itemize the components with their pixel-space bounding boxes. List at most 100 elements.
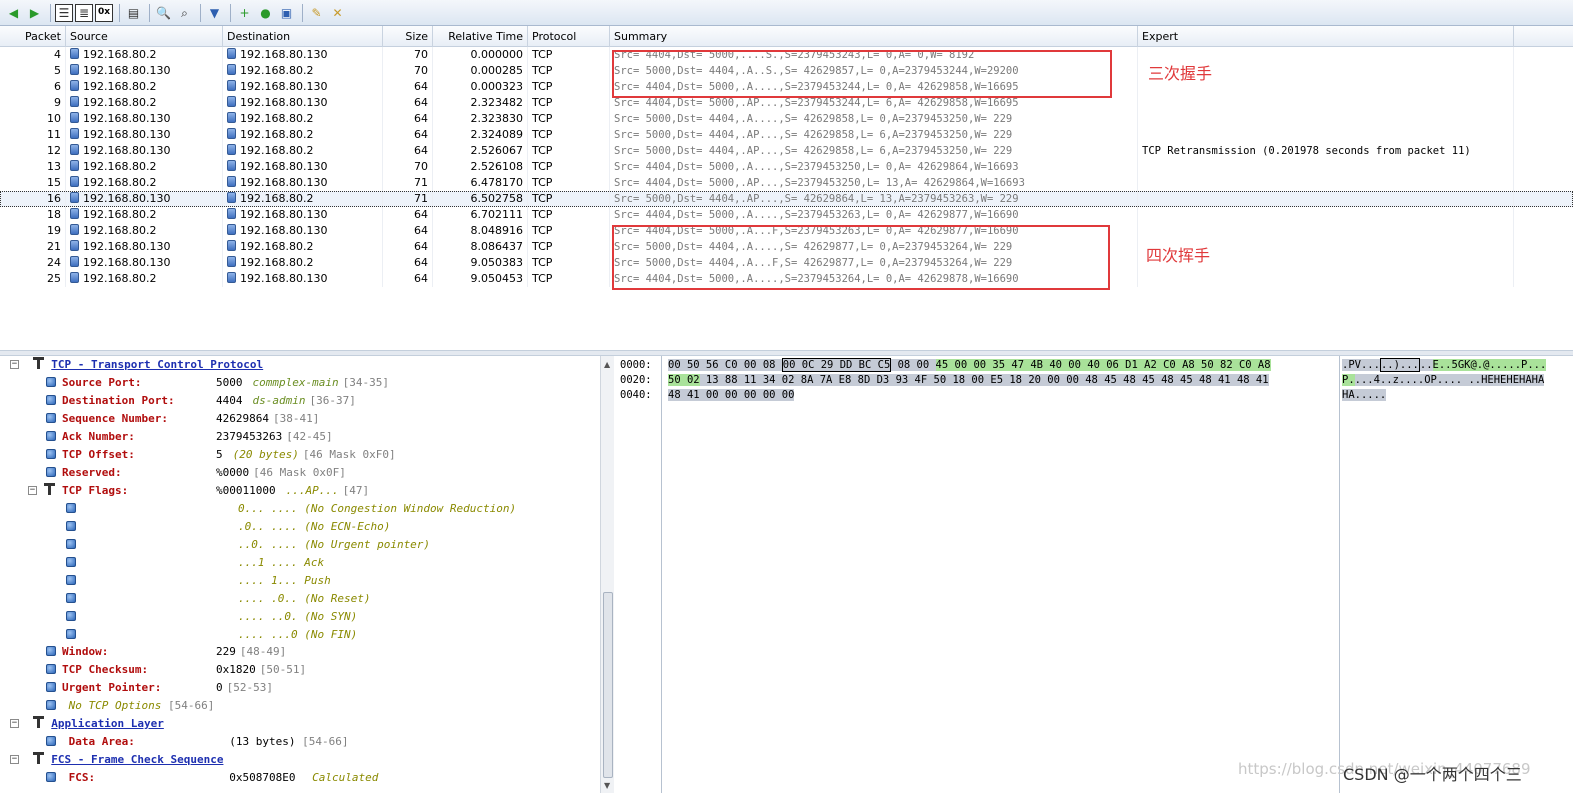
list-view-icon[interactable]: ☰ [55,3,73,22]
host-icon [70,144,79,155]
tcp-field-row[interactable]: Sequence Number: 42629864 [38-41] [46,410,319,428]
packet-row[interactable]: 11 192.168.80.130 192.168.80.2 64 2.324089 TC… [0,127,1573,143]
column-header-summary[interactable]: Summary [610,26,1138,47]
back-icon[interactable]: ◀ [4,3,23,22]
column-header-source[interactable]: Source [66,26,223,47]
cell-time: 2.323830 [433,111,528,127]
three-way-handshake-label: 三次握手 [1148,64,1213,83]
cell-time: 6.502758 [433,191,528,207]
clear-icon[interactable]: ✕ [328,3,347,22]
column-header-packet[interactable]: Packet [0,26,66,47]
tcp-flag-row[interactable]: ...1 .... Ack [66,554,324,572]
host-icon [227,96,236,107]
protocol-icon [42,482,56,496]
tcp-flag-row[interactable]: 0... .... (No Congestion Window Reductio… [66,500,516,518]
fcs-section[interactable]: − FCS - Frame Check Sequence [8,751,223,769]
handshake-highlight-box [612,50,1112,98]
cell-size: 71 [383,175,433,191]
column-header-protocol[interactable]: Protocol [528,26,610,47]
cell-summary: Src= 5000,Dst= 4404,.AP...,S= 42629858,L… [610,143,1138,159]
ascii-line-1[interactable]: P....4..z....OP.... ..HEHEHEHAHA [1342,373,1545,388]
tcp-field-row[interactable]: Urgent Pointer: 0 [52-53] [46,679,273,697]
cell-summary: Src= 5000,Dst= 4404,.AP...,S= 42629864,L… [610,191,1138,207]
details-view-icon[interactable]: ≣ [75,3,93,22]
packet-row[interactable]: 15 192.168.80.2 192.168.80.130 71 6.478170 TC… [0,175,1573,191]
tcp-field-row[interactable]: TCP Checksum: 0x1820 [50-51] [46,661,306,679]
tcp-field-row[interactable]: Destination Port: 4404 ds-admin [36-37] [46,392,356,410]
tcp-section-title[interactable]: TCP - Transport Control Protocol [51,358,263,371]
scroll-down-icon[interactable]: ▼ [604,781,610,790]
cell-time: 0.000285 [433,63,528,79]
tcp-flag-row[interactable]: .0.. .... (No ECN-Echo) [66,518,390,536]
no-tcp-options-row[interactable]: No TCP Options [54-66] [46,697,214,715]
forward-icon[interactable]: ▶ [25,3,44,22]
scroll-up-icon[interactable]: ▲ [604,360,610,369]
column-header-relative-time[interactable]: Relative Time [433,26,528,47]
cell-protocol: TCP [528,47,610,63]
cell-summary: Src= 5000,Dst= 4404,.AP...,S= 42629858,L… [610,127,1138,143]
tcp-flag-row[interactable]: .... ..0. (No SYN) [66,608,357,626]
packet-view-icon[interactable]: ▤ [124,3,143,22]
packet-row[interactable]: 13 192.168.80.2 192.168.80.130 70 2.526108 TC… [0,159,1573,175]
application-layer-section[interactable]: − Application Layer [8,715,164,733]
cell-time: 2.526067 [433,143,528,159]
column-header-expert[interactable]: Expert [1138,26,1514,47]
collapse-toggle-icon[interactable]: − [10,719,19,728]
cell-size: 64 [383,143,433,159]
add-icon[interactable]: + [235,3,254,22]
host-icon [227,208,236,219]
tcp-field-row[interactable]: Window: 229 [48-49] [46,643,286,661]
collapse-toggle-icon[interactable]: − [10,755,19,764]
packet-list[interactable]: Packet Source Destination Size Relative Time… [0,26,1573,350]
find-next-icon[interactable]: ⌕ [175,3,194,22]
fcs-row[interactable]: FCS: 0x508708E0 Calculated [46,769,378,787]
tcp-field-row[interactable]: Source Port: 5000 commplex-main [34-35] [46,374,389,392]
tcp-flag-row[interactable]: .... ...0 (No FIN) [66,626,357,644]
save-icon[interactable]: ▣ [277,3,296,22]
ascii-line-2[interactable]: HA..... [1342,388,1387,403]
tcp-field-row[interactable]: Ack Number: 2379453263 [42-45] [46,428,333,446]
collapse-toggle-icon[interactable]: − [28,486,37,495]
four-way-teardown-label: 四次挥手 [1146,246,1211,265]
hex-line-0[interactable]: 00 50 56 C0 00 08 00 0C 29 DD BC C5 08 0… [668,358,1271,373]
tcp-flag-row[interactable]: .... .0.. (No Reset) [66,590,370,608]
cell-source: 192.168.80.130 [66,111,223,127]
column-header-size[interactable]: Size [383,26,433,47]
packet-row[interactable]: 10 192.168.80.130 192.168.80.2 64 2.323830 TC… [0,111,1573,127]
filter-icon[interactable]: ▼ [205,3,224,22]
cell-packet: 10 [0,111,66,127]
column-header-destination[interactable]: Destination [223,26,383,47]
packet-row[interactable]: 16 192.168.80.130 192.168.80.2 71 6.502758 TC… [0,191,1573,207]
toolbar-separator [230,3,231,22]
capture-icon[interactable]: ● [256,3,275,22]
host-icon [227,80,236,91]
ascii-view[interactable]: .PV.....).....E..5GK@.@.....P... P....4.… [1339,356,1573,793]
cell-protocol: TCP [528,143,610,159]
tcp-field-row[interactable]: − TCP Flags: %00011000 ...AP... [47] [26,482,369,500]
tcp-field-row[interactable]: TCP Offset: 5 (20 bytes) [46 Mask 0xF0] [46,446,396,464]
data-area-row[interactable]: Data Area: (13 bytes) [54-66] [46,733,348,751]
packet-row[interactable]: 18 192.168.80.2 192.168.80.130 64 6.702111 TC… [0,207,1573,223]
collapse-toggle-icon[interactable]: − [10,360,19,369]
tcp-flag-row[interactable]: .... 1... Push [66,572,331,590]
cell-dest: 192.168.80.130 [223,223,383,239]
ascii-line-0[interactable]: .PV.....).....E..5GK@.@.....P... [1342,358,1547,373]
tcp-field-row[interactable]: Reserved: %0000 [46 Mask 0x0F] [46,464,346,482]
hex-bytes[interactable]: 00 50 56 C0 00 08 00 0C 29 DD BC C5 08 0… [666,356,1338,793]
detail-scrollbar[interactable]: ▲ ▼ [600,356,614,793]
tcp-flag-row[interactable]: ..0. .... (No Urgent pointer) [66,536,430,554]
hex-line-1[interactable]: 50 02 13 88 11 34 02 8A 7A E8 8D D3 93 4… [668,373,1269,388]
hex-view-icon[interactable]: 0x [95,3,113,22]
edit-icon[interactable]: ✎ [307,3,326,22]
cell-time: 9.050383 [433,255,528,271]
search-icon[interactable]: 🔍 [154,3,173,22]
host-icon [227,144,236,155]
scrollbar-thumb[interactable] [603,592,613,778]
toolbar: ◀ ▶ ☰ ≣ 0x ▤ 🔍 ⌕ ▼ + ● ▣ ✎ ✕ [0,0,1573,26]
hex-view[interactable]: 0000: 0020: 0040: 00 50 56 C0 00 08 00 0… [614,356,1573,793]
tcp-section[interactable]: − TCP - Transport Control Protocol [8,356,263,374]
field-icon [46,700,56,710]
packet-row[interactable]: 12 192.168.80.130 192.168.80.2 64 2.526067 TC… [0,143,1573,159]
cell-dest: 192.168.80.2 [223,239,383,255]
hex-line-2[interactable]: 48 41 00 00 00 00 00 [668,388,795,403]
